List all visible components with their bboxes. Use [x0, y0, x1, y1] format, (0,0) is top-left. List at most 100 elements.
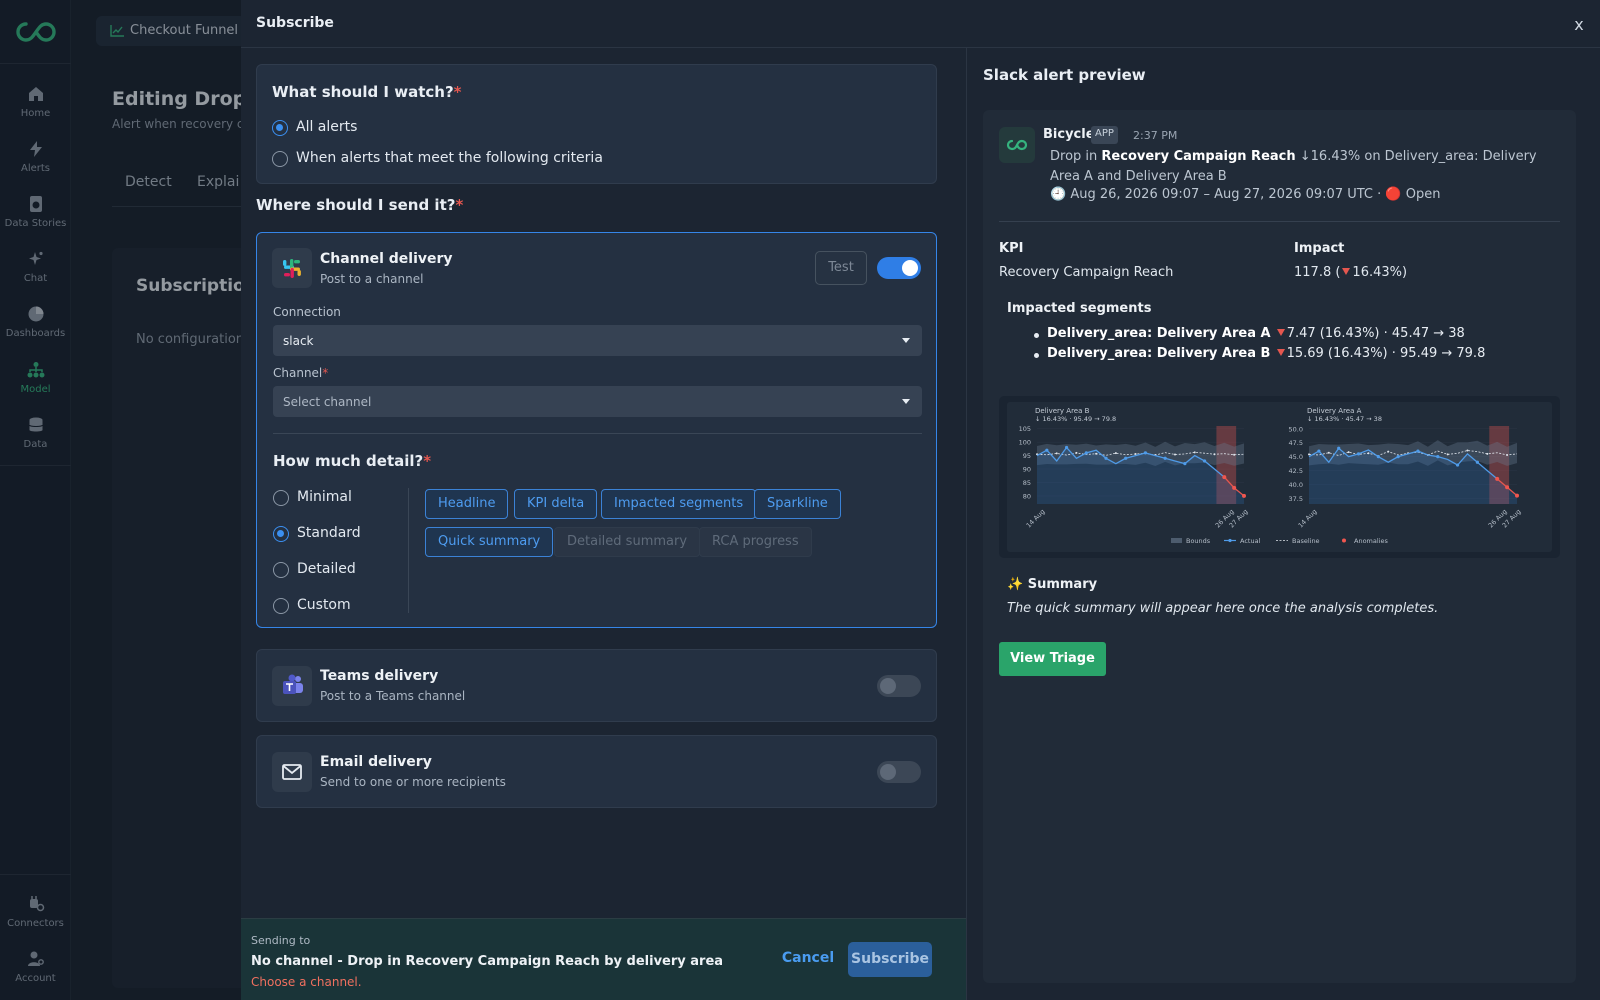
- detail-option-detailed[interactable]: Detailed: [297, 561, 356, 577]
- baseline-point: [1114, 452, 1117, 455]
- subscribe-form: What should I watch?* All alerts When al…: [241, 48, 967, 918]
- close-button[interactable]: x: [1568, 14, 1590, 36]
- chip-detailed-summary[interactable]: Detailed summary: [554, 527, 701, 557]
- detail-radio-custom[interactable]: [273, 598, 289, 614]
- actual-point: [1202, 459, 1207, 463]
- test-button[interactable]: Test: [815, 251, 867, 285]
- chip-rca-progress[interactable]: RCA progress: [699, 527, 812, 557]
- down-triangle-icon: [1276, 349, 1285, 356]
- email-delivery-subtitle: Send to one or more recipients: [320, 775, 506, 789]
- chart-subtitle: ↓ 16.43% · 45.47 → 38: [1307, 415, 1382, 423]
- watch-question: What should I watch?*: [272, 83, 462, 101]
- sending-to-target: No channel - Drop in Recovery Campaign R…: [251, 954, 724, 969]
- detail-option-minimal[interactable]: Minimal: [297, 489, 352, 505]
- chevron-down-icon: [902, 399, 910, 404]
- detail-option-standard[interactable]: Standard: [297, 525, 361, 541]
- kpi-value: Recovery Campaign Reach: [999, 265, 1174, 280]
- actual-point: [1317, 449, 1321, 453]
- chip-impacted-segments[interactable]: Impacted segments: [601, 489, 757, 519]
- channel-label: Channel*: [273, 366, 329, 380]
- kpi-label: KPI: [999, 241, 1024, 256]
- modal-header: Subscribe x: [241, 0, 1600, 48]
- channel-error: Choose a channel.: [251, 975, 362, 989]
- actual-point: [1416, 449, 1420, 453]
- detail-radio-standard[interactable]: [273, 526, 289, 542]
- anomaly-point: [1222, 475, 1227, 480]
- modal-backdrop[interactable]: [0, 0, 241, 1000]
- y-tick-label: 85: [1023, 479, 1031, 487]
- teams-delivery-card: Teams delivery Post to a Teams channel: [256, 649, 937, 722]
- detail-question: How much detail?*: [273, 452, 432, 470]
- chip-quick-summary[interactable]: Quick summary: [425, 527, 554, 557]
- connection-select[interactable]: slack: [273, 325, 922, 356]
- panel-divider: [966, 48, 967, 1000]
- legend-swatch-actual-dot: [1228, 538, 1232, 543]
- actual-point: [1045, 448, 1049, 452]
- chip-sparkline[interactable]: Sparkline: [754, 489, 841, 519]
- channel-select[interactable]: Select channel: [273, 386, 922, 417]
- down-triangle-icon: [1342, 268, 1351, 275]
- impact-value: 117.8 (16.43%): [1294, 265, 1408, 280]
- y-tick-label: 95: [1023, 452, 1031, 460]
- segment-item: Delivery_area: Delivery Area A 7.47 (16.…: [1034, 326, 1465, 341]
- actual-point: [1143, 451, 1148, 455]
- baseline-point: [1174, 453, 1176, 456]
- baseline-point: [1213, 453, 1216, 456]
- y-tick-label: 50.0: [1289, 425, 1303, 433]
- legend-label: Actual: [1240, 537, 1261, 545]
- detail-option-custom[interactable]: Custom: [297, 597, 351, 613]
- y-tick-label: 100: [1019, 439, 1031, 447]
- legend-label: Anomalies: [1354, 537, 1388, 545]
- summary-title: ✨ Summary: [1007, 577, 1098, 592]
- channel-delivery-toggle[interactable]: [877, 257, 921, 279]
- send-question: Where should I send it?*: [256, 196, 464, 214]
- anomaly-point: [1505, 485, 1510, 490]
- y-tick-label: 105: [1019, 425, 1031, 433]
- y-tick-label: 37.5: [1289, 495, 1303, 503]
- teams-delivery-toggle[interactable]: [877, 675, 921, 697]
- detail-radio-minimal[interactable]: [273, 490, 289, 506]
- view-triage-button[interactable]: View Triage: [999, 642, 1106, 676]
- detail-radio-detailed[interactable]: [273, 562, 289, 578]
- watch-radio-criteria[interactable]: [272, 151, 288, 167]
- watch-option-criteria-label[interactable]: When alerts that meet the following crit…: [296, 150, 603, 166]
- segment-item: Delivery_area: Delivery Area B 15.69 (16…: [1033, 346, 1486, 361]
- chip-kpi-delta[interactable]: KPI delta: [514, 489, 598, 519]
- baseline-point: [1486, 452, 1489, 455]
- watch-option-all-label[interactable]: All alerts: [296, 119, 357, 135]
- baseline-point: [1233, 453, 1236, 456]
- chart-title: Delivery Area B: [1035, 407, 1090, 415]
- segments-title: Impacted segments: [1007, 301, 1152, 316]
- legend-swatch-bounds: [1171, 538, 1182, 543]
- summary-text: The quick summary will appear here once …: [1007, 601, 1439, 616]
- actual-point: [1475, 460, 1479, 464]
- down-triangle-icon: [1276, 329, 1285, 336]
- legend-label: Baseline: [1292, 537, 1320, 545]
- y-tick-label: 45.0: [1289, 453, 1303, 461]
- cancel-button[interactable]: Cancel: [779, 941, 837, 975]
- anomaly-point: [1515, 493, 1519, 498]
- alert-window: 🕘 Aug 26, 2026 09:07 – Aug 27, 2026 09:0…: [1050, 187, 1441, 202]
- actual-point: [1183, 462, 1187, 466]
- subscribe-button[interactable]: Subscribe: [848, 942, 932, 977]
- watch-card: What should I watch?* All alerts When al…: [256, 64, 937, 184]
- baseline-point: [1466, 449, 1469, 452]
- actual-point: [1396, 455, 1400, 459]
- message-time: 2:37 PM: [1133, 129, 1178, 142]
- impact-label: Impact: [1294, 241, 1345, 256]
- subscribe-modal: Subscribe x What should I watch?* All al…: [241, 0, 1600, 1000]
- baseline-point: [1134, 452, 1137, 455]
- watch-radio-all[interactable]: [272, 120, 288, 136]
- app-badge: APP: [1091, 126, 1118, 144]
- sparkline-svg: Delivery Area B↓ 16.43% · 95.49 → 79.8 80…: [1007, 402, 1552, 552]
- sending-to-label: Sending to: [251, 934, 311, 947]
- alert-message: Drop in Recovery Campaign Reach ↓16.43% …: [1050, 149, 1537, 184]
- anomaly-point: [1242, 493, 1246, 498]
- preview-divider: [999, 221, 1560, 222]
- slack-preview: Bicycle APP 2:37 PM Drop in Recovery Cam…: [983, 110, 1576, 983]
- email-delivery-toggle[interactable]: [877, 761, 921, 783]
- baseline-point: [1055, 452, 1058, 455]
- chip-headline[interactable]: Headline: [425, 489, 509, 519]
- channel-divider: [273, 433, 922, 434]
- baseline-point: [1075, 451, 1078, 454]
